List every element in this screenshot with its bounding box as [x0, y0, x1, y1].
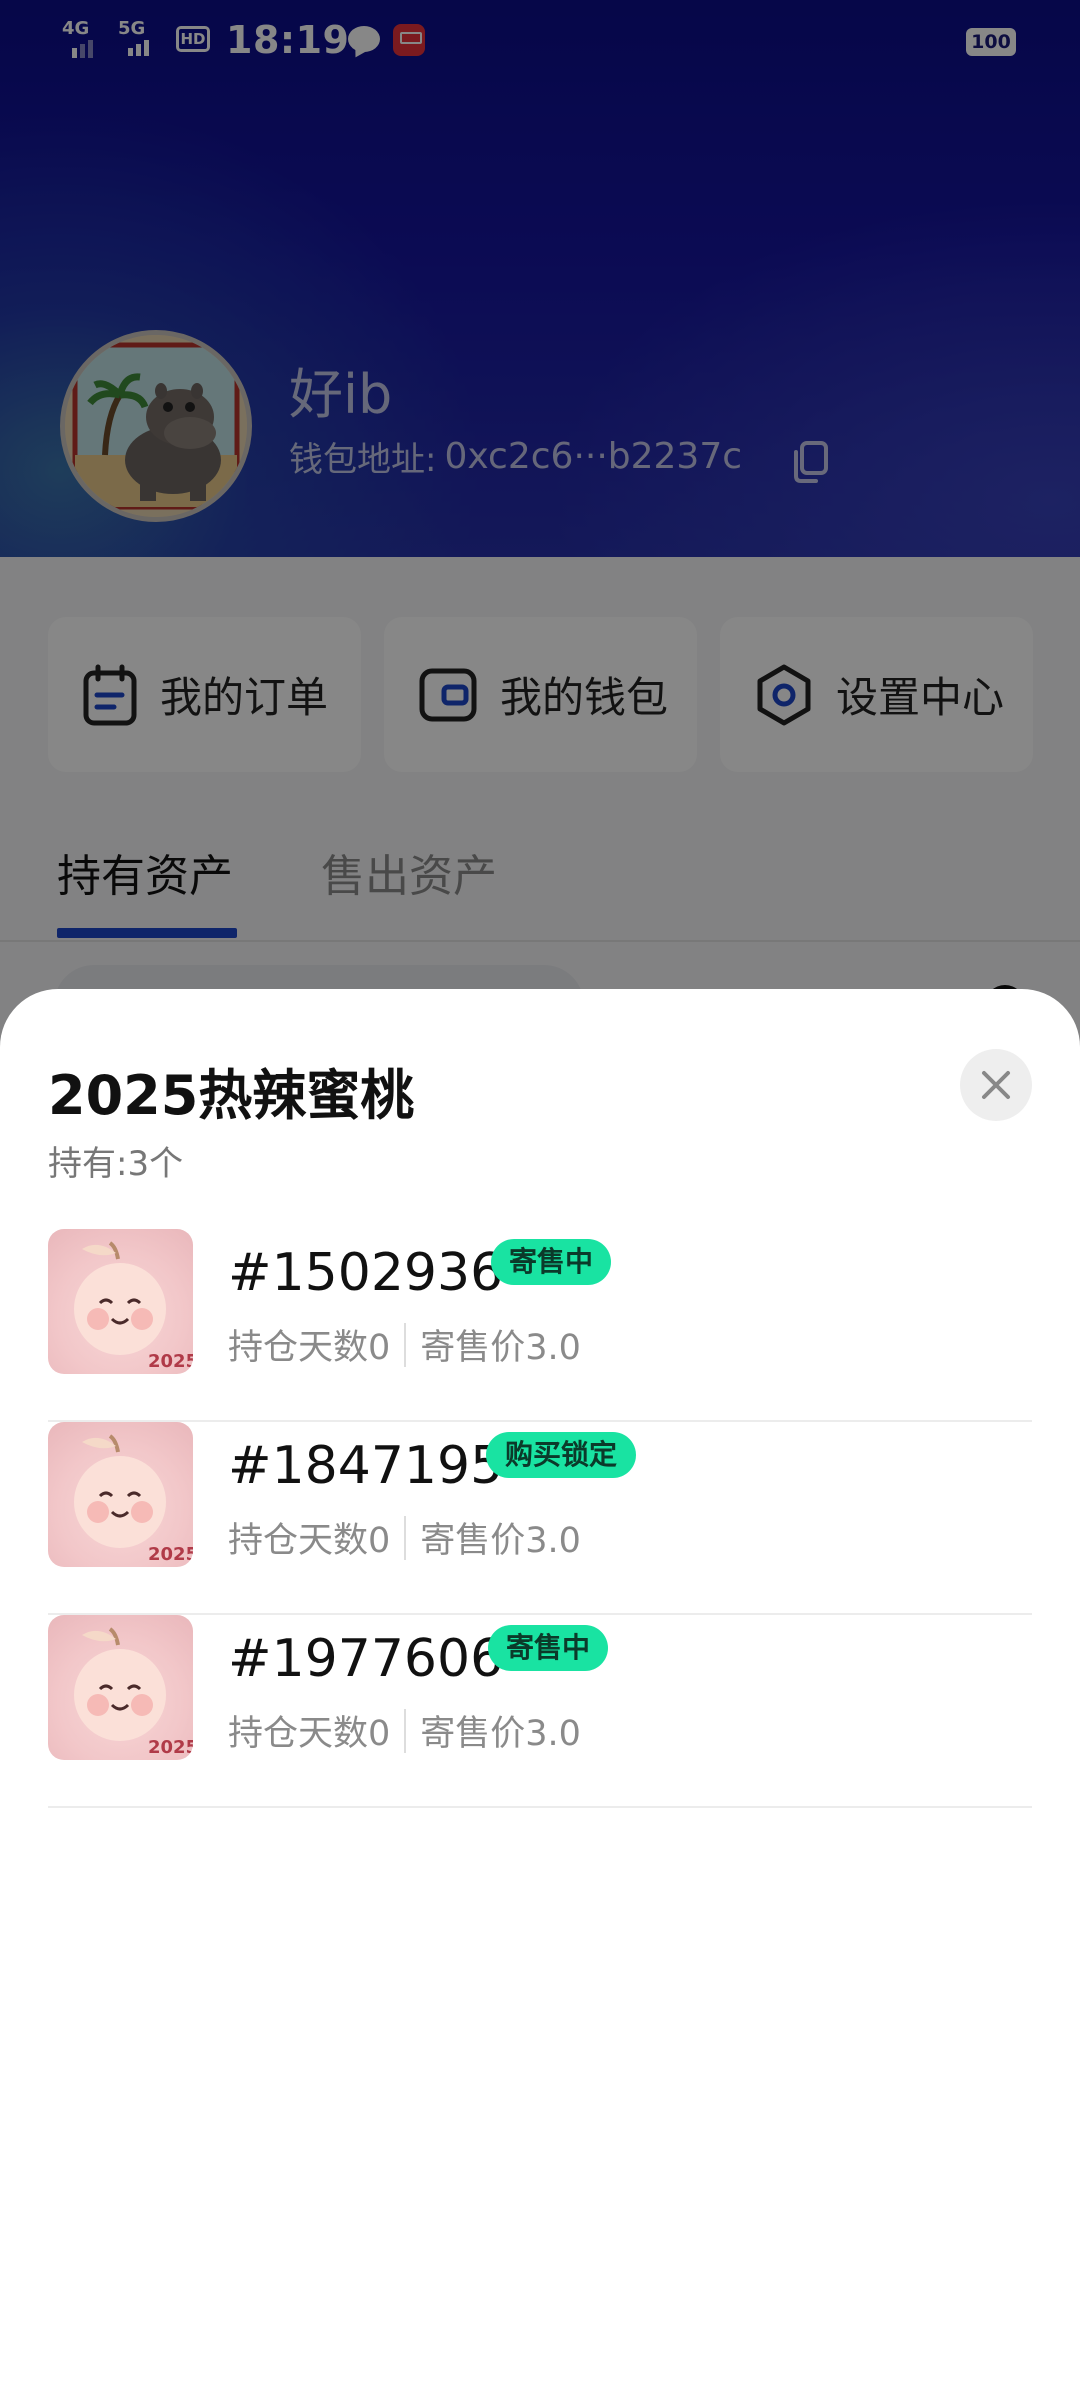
status-badge: 购买锁定 — [486, 1432, 636, 1478]
holding-days: 持仓天数0 — [228, 1328, 391, 1368]
meta-divider — [404, 1322, 407, 1367]
meta-divider — [404, 1708, 407, 1753]
asset-meta: 持仓天数0 寄售价3.0 — [228, 1512, 581, 1563]
asset-id: #1502936 — [228, 1243, 504, 1303]
asset-id: #1977606 — [228, 1629, 504, 1689]
holding-days: 持仓天数0 — [228, 1521, 391, 1561]
status-badge: 寄售中 — [488, 1625, 608, 1671]
asset-detail-sheet: 2025热辣蜜桃 持有:3个 2025 #1502936 寄售中 持仓天数0 寄… — [0, 989, 1080, 2400]
asset-meta: 持仓天数0 寄售价3.0 — [228, 1319, 581, 1370]
consign-price: 寄售价3.0 — [420, 1521, 581, 1561]
meta-divider — [404, 1515, 407, 1560]
asset-id: #1847195 — [228, 1436, 504, 1496]
close-button[interactable] — [960, 1049, 1032, 1121]
peach-icon: 2025 — [74, 1241, 193, 1372]
thumb-year-label: 2025 — [148, 1544, 193, 1565]
thumb-year-label: 2025 — [148, 1351, 193, 1372]
consign-price: 寄售价3.0 — [420, 1328, 581, 1368]
peach-thumbnail: 2025 — [48, 1422, 193, 1567]
asset-meta: 持仓天数0 寄售价3.0 — [228, 1705, 581, 1756]
peach-icon: 2025 — [74, 1627, 193, 1758]
status-badge: 寄售中 — [491, 1239, 611, 1285]
row-divider — [48, 1806, 1032, 1808]
consign-price: 寄售价3.0 — [420, 1714, 581, 1754]
thumb-year-label: 2025 — [148, 1737, 193, 1758]
peach-thumbnail: 2025 — [48, 1229, 193, 1374]
close-icon — [982, 1071, 1010, 1099]
list-item[interactable]: 2025 #1977606 寄售中 持仓天数0 寄售价3.0 — [48, 1615, 1032, 1808]
list-item[interactable]: 2025 #1502936 寄售中 持仓天数0 寄售价3.0 — [48, 1229, 1032, 1422]
peach-icon: 2025 — [74, 1434, 193, 1565]
holding-count: 持有:3个 — [48, 1144, 184, 1184]
list-item[interactable]: 2025 #1847195 购买锁定 持仓天数0 寄售价3.0 — [48, 1422, 1032, 1615]
holding-days: 持仓天数0 — [228, 1714, 391, 1754]
peach-thumbnail: 2025 — [48, 1615, 193, 1760]
sheet-title: 2025热辣蜜桃 — [48, 1064, 415, 1127]
